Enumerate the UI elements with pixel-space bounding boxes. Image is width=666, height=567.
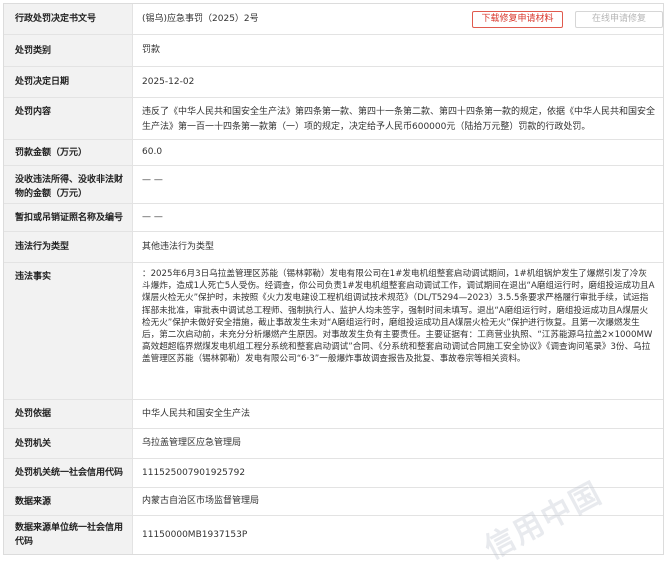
row-value: — — bbox=[142, 212, 163, 223]
download-repair-materials-button[interactable]: 下载修复申请材料 bbox=[472, 11, 563, 28]
row-value: 内蒙古自治区市场监督管理局 bbox=[142, 496, 260, 507]
row-value: — — bbox=[142, 175, 163, 185]
row-penalty-content: 处罚内容 违反了《中华人民共和国安全生产法》第四条第一款、第四十一条第二款、第四… bbox=[4, 98, 663, 140]
row-value: 违反了《中华人民共和国安全生产法》第四条第一款、第四十一条第二款、第四十四条第一… bbox=[142, 107, 656, 132]
row-label: 没收违法所得、没收非法财物的金额（万元） bbox=[4, 166, 133, 203]
row-label: 处罚类别 bbox=[4, 35, 133, 66]
row-label: 违法行为类型 bbox=[4, 232, 133, 262]
row-source-credit-code: 数据来源单位统一社会信用代码 11150000MB1937153P bbox=[4, 516, 663, 554]
row-authority-credit-code: 处罚机关统一社会信用代码 11152500790192579​2 bbox=[4, 459, 663, 488]
row-value: 罚款 bbox=[142, 45, 161, 56]
row-fine-amount: 罚款金额（万元） 60.0 bbox=[4, 140, 663, 166]
row-label: 暂扣或吊销证照名称及编号 bbox=[4, 204, 133, 231]
row-label: 行政处罚决定书文号 bbox=[4, 4, 133, 34]
row-value: 60.0 bbox=[142, 147, 163, 158]
row-confiscation-amount: 没收违法所得、没收非法财物的金额（万元） — — bbox=[4, 166, 663, 204]
row-label: 处罚依据 bbox=[4, 400, 133, 428]
row-label: 处罚机关 bbox=[4, 429, 133, 458]
row-label: 处罚机关统一社会信用代码 bbox=[4, 459, 133, 487]
penalty-detail-table: 行政处罚决定书文号 (锡乌)应急事罚（2025）2号 下载修复申请材料 在线申请… bbox=[3, 3, 664, 555]
row-label: 处罚决定日期 bbox=[4, 67, 133, 97]
decision-number-value: (锡乌)应急事罚（2025）2号 bbox=[142, 13, 259, 24]
row-value: 11150000MB1937153P bbox=[142, 529, 248, 540]
row-value: (锡乌)应急事罚（2025）2号 下载修复申请材料 在线申请修复 bbox=[133, 4, 663, 34]
row-label: 处罚内容 bbox=[4, 98, 133, 139]
row-value: 其他违法行为类型 bbox=[142, 241, 215, 252]
row-label: 违法事实 bbox=[4, 263, 133, 399]
row-value: 2025-12-02 bbox=[142, 76, 195, 87]
row-value: 11152500790192579​2 bbox=[142, 467, 246, 478]
row-penalty-authority: 处罚机关 乌拉盖管理区应急管理局 bbox=[4, 429, 663, 459]
row-value: ：2025年6月3日乌拉盖管理区苏能（锡林郭勒）发电有限公司在1#发电机组整套启… bbox=[142, 269, 655, 365]
row-value: 中华人民共和国安全生产法 bbox=[142, 408, 251, 419]
row-license-revocation: 暂扣或吊销证照名称及编号 — — bbox=[4, 204, 663, 232]
row-data-source: 数据来源 内蒙古自治区市场监督管理局 bbox=[4, 488, 663, 516]
row-violation-facts: 违法事实 ：2025年6月3日乌拉盖管理区苏能（锡林郭勒）发电有限公司在1#发电… bbox=[4, 263, 663, 400]
row-value: 乌拉盖管理区应急管理局 bbox=[142, 438, 242, 449]
row-violation-type: 违法行为类型 其他违法行为类型 bbox=[4, 232, 663, 263]
row-label: 数据来源 bbox=[4, 488, 133, 515]
row-label: 数据来源单位统一社会信用代码 bbox=[4, 516, 133, 554]
row-decision-date: 处罚决定日期 2025-12-02 bbox=[4, 67, 663, 98]
online-repair-button[interactable]: 在线申请修复 bbox=[575, 11, 663, 28]
row-label: 罚款金额（万元） bbox=[4, 140, 133, 165]
row-legal-basis: 处罚依据 中华人民共和国安全生产法 bbox=[4, 400, 663, 429]
row-penalty-category: 处罚类别 罚款 bbox=[4, 35, 663, 67]
row-decision-number: 行政处罚决定书文号 (锡乌)应急事罚（2025）2号 下载修复申请材料 在线申请… bbox=[4, 4, 663, 35]
